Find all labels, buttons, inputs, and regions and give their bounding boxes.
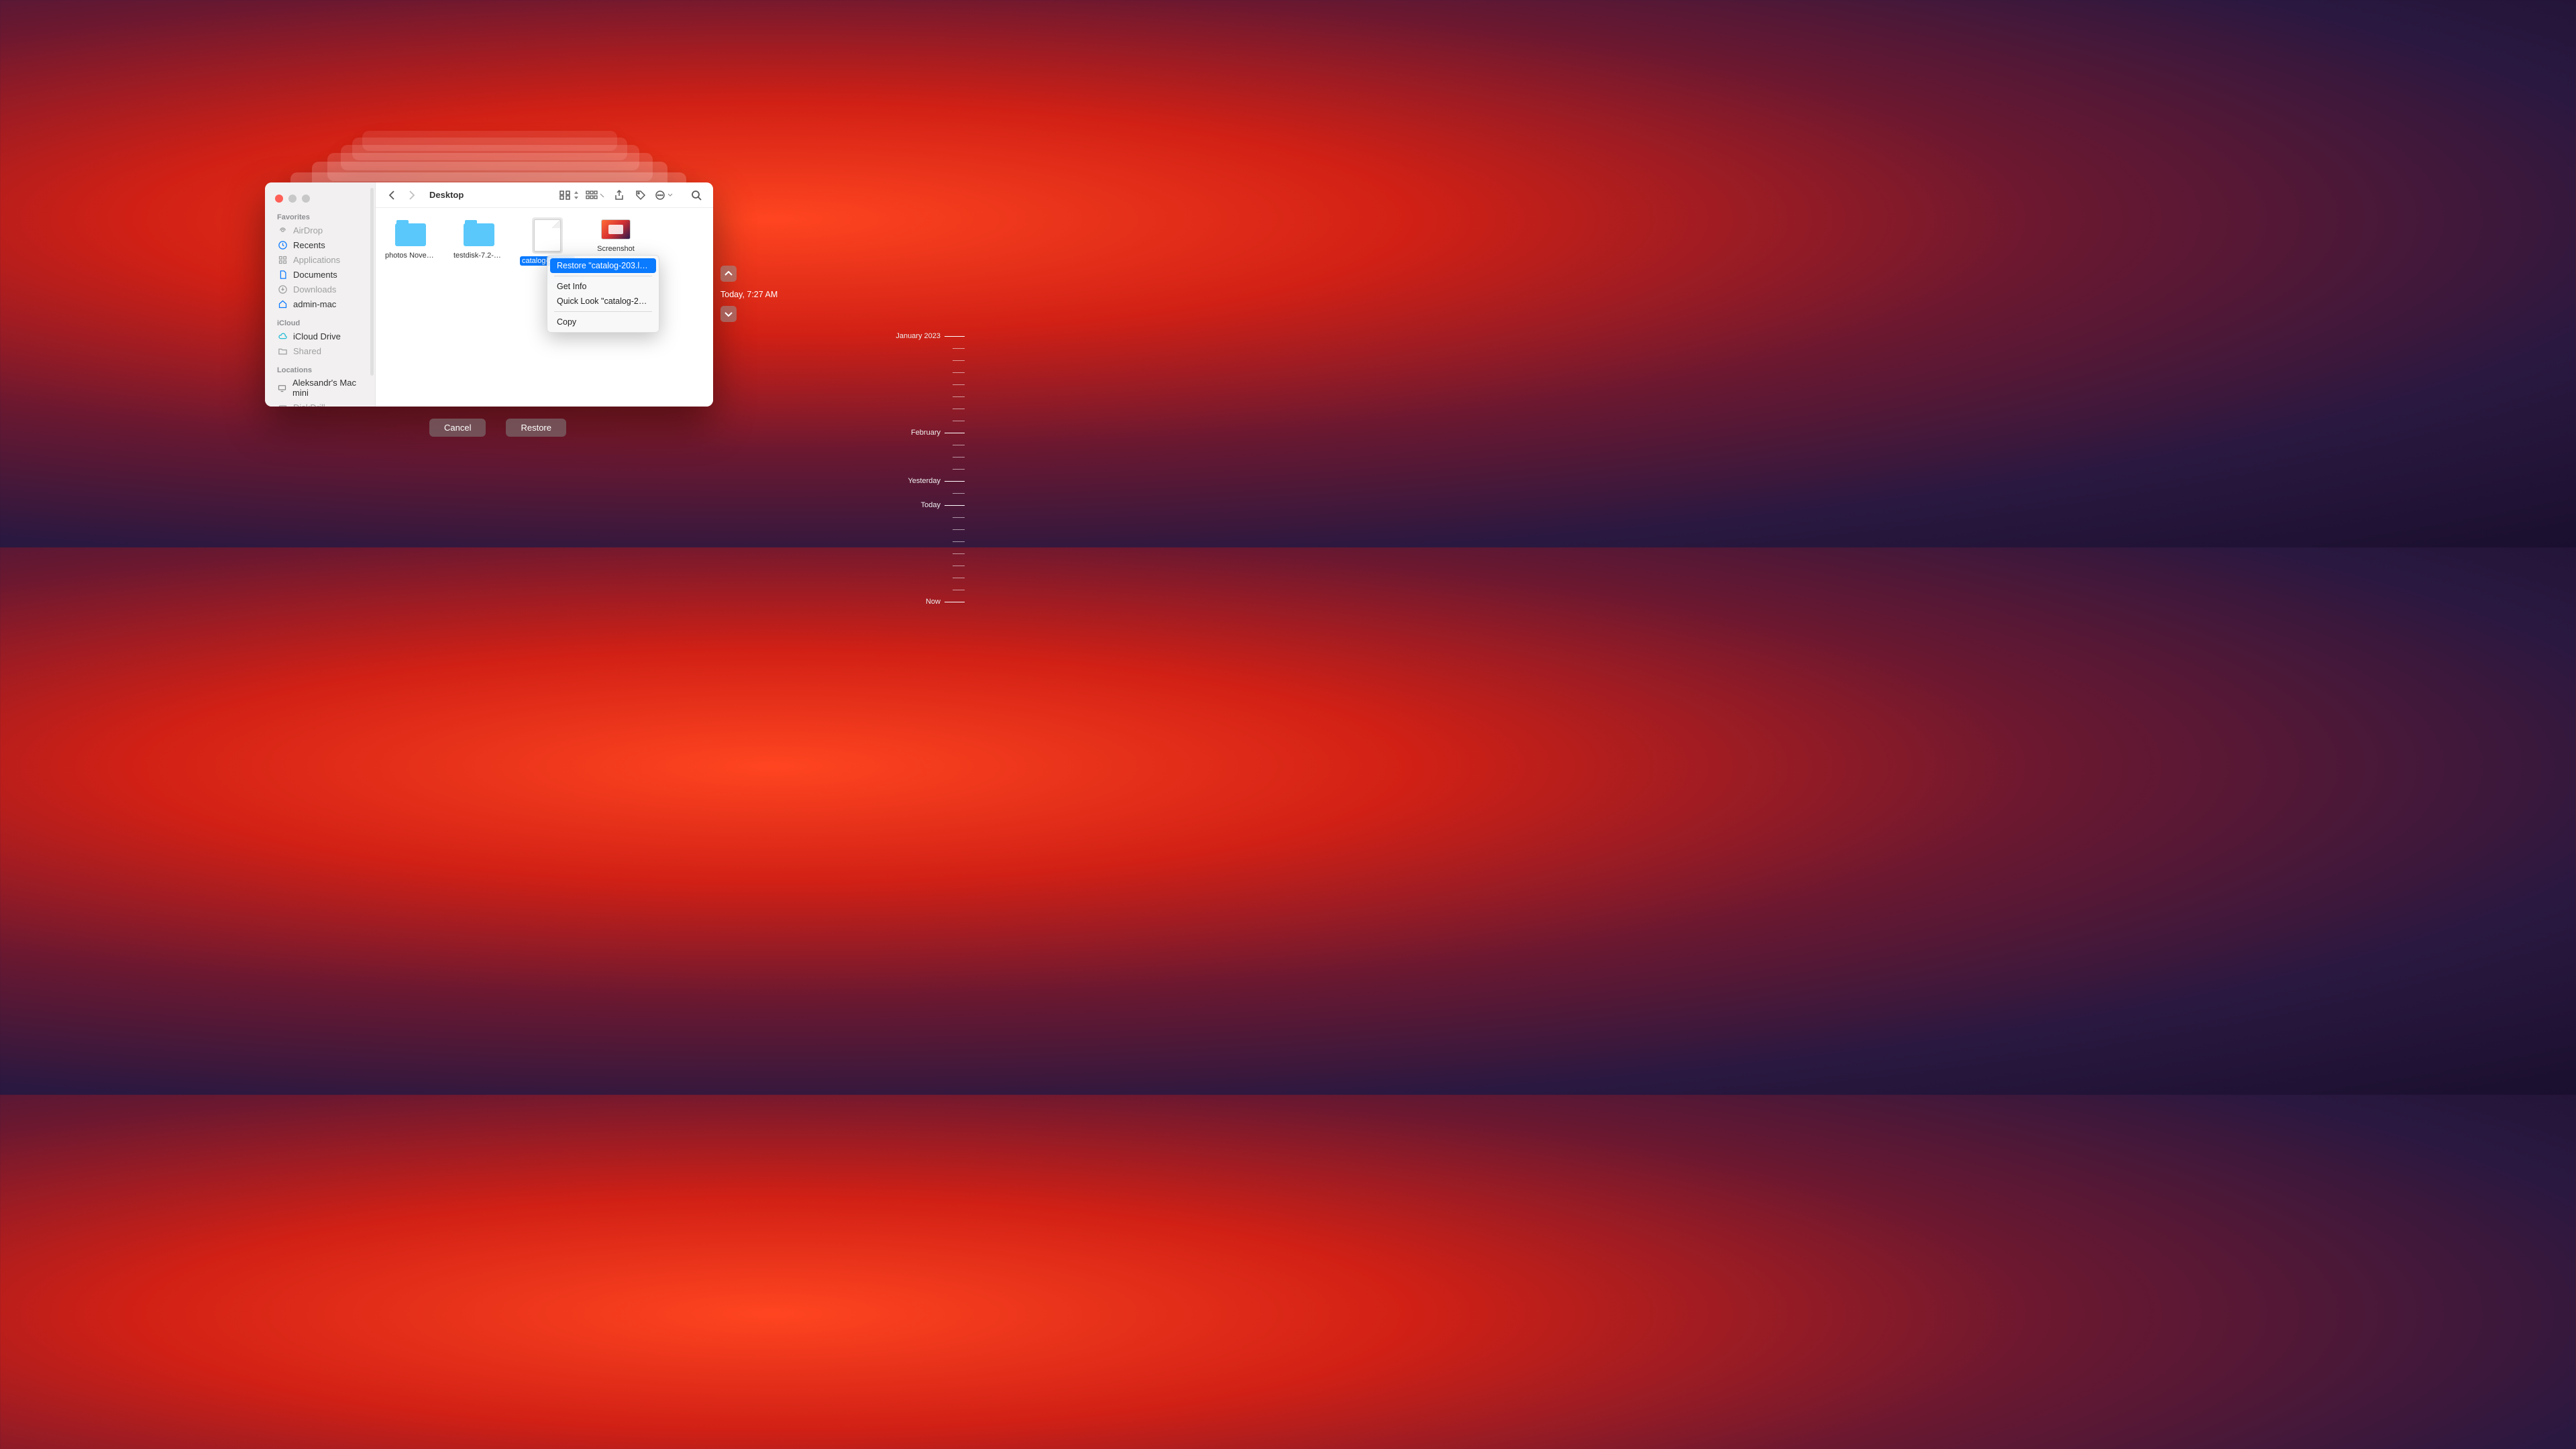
sidebar-section-favorites: Favorites [265, 211, 375, 223]
sidebar-item-diskdrill[interactable]: DiskDrill [265, 400, 375, 407]
file-item-folder[interactable]: photos November [382, 217, 439, 260]
ctx-quick-look[interactable]: Quick Look "catalog-203.lrcat" [550, 294, 656, 309]
ctx-get-info[interactable]: Get Info [550, 279, 656, 294]
timeline-mark: Now [894, 598, 941, 606]
sidebar-item-documents[interactable]: Documents [265, 267, 375, 282]
timeline-mark: Yesterday [894, 477, 941, 485]
toolbar: Desktop [376, 182, 713, 208]
file-label: photos November [383, 251, 438, 260]
location-title: Desktop [429, 190, 464, 200]
timeline-up-button[interactable] [720, 266, 737, 282]
back-button[interactable] [385, 189, 398, 202]
sidebar-item-label: Documents [293, 270, 337, 280]
file-item-image[interactable]: Screenshot [588, 217, 644, 254]
sidebar-item-airdrop[interactable]: AirDrop [265, 223, 375, 237]
sidebar-item-recents[interactable]: Recents [265, 237, 375, 252]
timeline-down-button[interactable] [720, 306, 737, 322]
sidebar-section-icloud: iCloud [265, 317, 375, 329]
sidebar-section-locations: Locations [265, 364, 375, 376]
sidebar-item-icloud-drive[interactable]: iCloud Drive [265, 329, 375, 343]
sidebar-item-applications[interactable]: Applications [265, 252, 375, 267]
file-grid: photos November testdisk-7.2-WIP catalog… [376, 208, 713, 407]
folder-icon [395, 223, 426, 246]
finder-main: Desktop photos November [376, 182, 713, 407]
computer-icon [277, 382, 287, 393]
window-controls [265, 189, 375, 211]
file-label: Screenshot [595, 244, 637, 254]
view-icon-button[interactable] [559, 191, 579, 200]
sidebar-item-label: iCloud Drive [293, 331, 341, 341]
cloud-icon [277, 331, 288, 341]
scrollbar[interactable] [370, 188, 374, 376]
sidebar-item-mac-mini[interactable]: Aleksandr's Mac mini [265, 376, 375, 400]
file-label: testdisk-7.2-WIP [451, 251, 506, 260]
maximize-icon[interactable] [302, 195, 310, 203]
file-item-folder[interactable]: testdisk-7.2-WIP [451, 217, 507, 260]
share-button[interactable] [612, 189, 627, 201]
forward-button[interactable] [405, 189, 419, 202]
sidebar-item-label: admin-mac [293, 299, 336, 309]
sidebar-item-label: DiskDrill [293, 402, 325, 407]
context-menu: Restore "catalog-203.lrcat" to… Get Info… [547, 255, 659, 333]
group-button[interactable] [586, 191, 605, 200]
timeline-mark: February [894, 429, 941, 437]
sidebar-item-label: Shared [293, 346, 321, 356]
sidebar-item-downloads[interactable]: Downloads [265, 282, 375, 297]
cancel-button[interactable]: Cancel [429, 419, 486, 437]
document-icon [277, 269, 288, 280]
clock-icon [277, 239, 288, 250]
action-buttons: Cancel Restore [429, 419, 566, 437]
airdrop-icon [277, 225, 288, 235]
download-icon [277, 284, 288, 294]
sidebar-item-label: Applications [293, 255, 340, 265]
shared-folder-icon [277, 345, 288, 356]
sidebar-item-shared[interactable]: Shared [265, 343, 375, 358]
sidebar-item-label: Aleksandr's Mac mini [292, 378, 363, 398]
disk-icon [277, 402, 288, 407]
sidebar-item-label: AirDrop [293, 225, 323, 235]
timeline-mark: Today [894, 501, 941, 509]
minimize-icon[interactable] [288, 195, 297, 203]
document-icon [534, 219, 561, 252]
sidebar-item-label: Recents [293, 240, 325, 250]
timeline-current-label: Today, 7:27 AM [720, 290, 777, 299]
image-icon [601, 219, 631, 239]
sidebar-item-label: Downloads [293, 284, 336, 294]
restore-button[interactable]: Restore [506, 419, 566, 437]
sidebar-item-home[interactable]: admin-mac [265, 297, 375, 311]
home-icon [277, 299, 288, 309]
timeline-ruler[interactable]: January 2023 February Yesterday Today No… [894, 332, 965, 606]
folder-icon [464, 223, 494, 246]
applications-icon [277, 254, 288, 265]
action-button[interactable] [655, 190, 673, 201]
timeline-mark: January 2023 [894, 332, 941, 340]
close-icon[interactable] [275, 195, 283, 203]
ctx-restore-to[interactable]: Restore "catalog-203.lrcat" to… [550, 258, 656, 273]
tag-button[interactable] [633, 189, 648, 201]
separator [554, 311, 652, 312]
sidebar: Favorites AirDrop Recents Applications D… [265, 182, 376, 407]
ctx-copy[interactable]: Copy [550, 315, 656, 329]
search-button[interactable] [689, 189, 704, 201]
